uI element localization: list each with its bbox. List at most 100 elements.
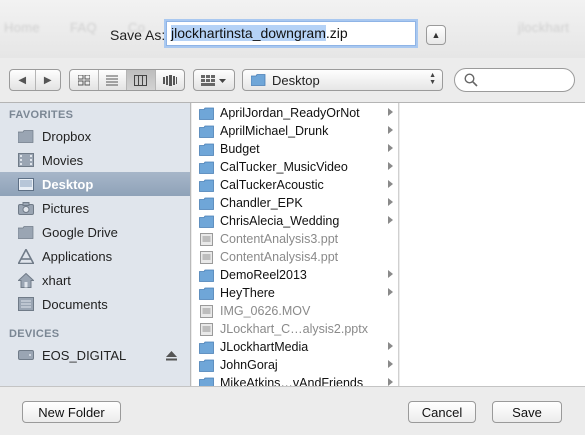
sidebar-item-documents[interactable]: Documents: [0, 292, 190, 316]
sidebar-item-google-drive[interactable]: Google Drive: [0, 220, 190, 244]
desktop-icon: [18, 176, 34, 192]
folder-icon: [199, 125, 214, 138]
coverflow-view-icon: [162, 74, 177, 86]
file-name: ContentAnalysis3.ppt: [220, 232, 339, 246]
file-row[interactable]: ContentAnalysis4.ppt: [192, 248, 398, 266]
file-name: CalTucker_MusicVideo: [220, 160, 348, 174]
folder-row[interactable]: ChrisAlecia_Wedding: [192, 212, 398, 230]
sidebar-item-eos-digital[interactable]: EOS_DIGITAL: [0, 343, 190, 367]
save-as-row: Save As: jlockhartinsta_downgram.zip ▲: [0, 20, 585, 48]
search-field[interactable]: [454, 68, 575, 92]
folder-icon: [199, 197, 214, 210]
filename-input[interactable]: jlockhartinsta_downgram.zip: [166, 21, 416, 46]
save-button[interactable]: Save: [492, 401, 562, 423]
sidebar-item-home[interactable]: xhart: [0, 268, 190, 292]
forward-button[interactable]: ▶: [36, 70, 61, 90]
sidebar-item-label: Dropbox: [42, 128, 92, 144]
filename-extension: .zip: [325, 25, 348, 41]
sidebar-item-label: Documents: [42, 296, 108, 312]
sidebar-item-pictures[interactable]: Pictures: [0, 196, 190, 220]
new-folder-button[interactable]: New Folder: [22, 401, 121, 423]
eject-icon[interactable]: [166, 349, 177, 364]
sidebar-item-label: EOS_DIGITAL: [42, 347, 127, 363]
document-icon: [200, 232, 213, 246]
folder-icon: [199, 215, 214, 228]
disclosure-arrow-icon: [388, 180, 393, 188]
icon-view-icon: [77, 74, 90, 85]
disclosure-arrow-icon: [388, 162, 393, 170]
disclosure-arrow-icon: [388, 270, 393, 278]
cancel-button[interactable]: Cancel: [408, 401, 476, 423]
chevron-left-icon: ◀: [18, 74, 27, 86]
list-view-icon: [106, 75, 119, 85]
sidebar-item-applications[interactable]: Applications: [0, 244, 190, 268]
sidebar-item-label: Applications: [42, 248, 113, 264]
file-name: IMG_0626.MOV: [220, 304, 311, 318]
folder-row[interactable]: MikeAtkins…vAndFriends: [192, 374, 398, 386]
chevron-up-icon: ▲: [431, 30, 441, 40]
document-icon: [200, 322, 213, 336]
sidebar-item-label: Pictures: [42, 200, 89, 216]
home-icon: [18, 272, 34, 288]
file-row[interactable]: IMG_0626.MOV: [192, 302, 398, 320]
folder-icon: [18, 128, 34, 144]
folder-row[interactable]: CalTuckerAcoustic: [192, 176, 398, 194]
file-name: JohnGoraj: [220, 358, 278, 372]
arrange-menu-button[interactable]: [193, 69, 235, 91]
sidebar-item-label: xhart: [42, 272, 71, 288]
location-label: Desktop: [272, 72, 320, 88]
column-view-icon: [134, 74, 148, 86]
file-name: AprilJordan_ReadyOrNot: [220, 106, 360, 120]
file-name: ContentAnalysis4.ppt: [220, 250, 339, 264]
folder-icon: [199, 143, 214, 156]
file-name: JLockhart_C…alysis2.pptx: [220, 322, 368, 336]
folder-row[interactable]: CalTucker_MusicVideo: [192, 158, 398, 176]
folder-icon: [199, 377, 214, 386]
back-forward-control: ◀ ▶: [9, 69, 61, 91]
disclosure-arrow-icon: [388, 360, 393, 368]
file-name: JLockhartMedia: [220, 340, 309, 354]
file-row[interactable]: ContentAnalysis3.ppt: [192, 230, 398, 248]
disclosure-arrow-icon: [388, 144, 393, 152]
list-view-button[interactable]: [99, 70, 127, 90]
coverflow-view-button[interactable]: [156, 70, 184, 90]
folder-icon: [199, 341, 214, 354]
folder-row[interactable]: JLockhartMedia: [192, 338, 398, 356]
file-name: Chandler_EPK: [220, 196, 303, 210]
sidebar-item-movies[interactable]: Movies: [0, 148, 190, 172]
back-button[interactable]: ◀: [10, 70, 36, 90]
sidebar-item-dropbox[interactable]: Dropbox: [0, 124, 190, 148]
document-icon: [200, 250, 213, 264]
expand-dialog-button[interactable]: ▲: [426, 25, 446, 45]
folder-row[interactable]: AprilMichael_Drunk: [192, 122, 398, 140]
file-name: DemoReel2013: [220, 268, 307, 282]
file-column: AprilJordan_ReadyOrNot AprilMichael_Drunk…: [192, 103, 399, 386]
folder-row[interactable]: Budget: [192, 140, 398, 158]
arrange-icon: [201, 74, 226, 86]
location-popup[interactable]: Desktop ▲ ▼: [242, 69, 443, 91]
folder-row[interactable]: HeyThere: [192, 284, 398, 302]
file-name: MikeAtkins…vAndFriends: [220, 376, 364, 386]
file-row[interactable]: JLockhart_C…alysis2.pptx: [192, 320, 398, 338]
view-mode-control: [69, 69, 185, 91]
applications-icon: [18, 248, 34, 264]
sidebar-item-desktop[interactable]: Desktop: [0, 172, 190, 196]
folder-icon: [199, 287, 214, 300]
folder-row[interactable]: Chandler_EPK: [192, 194, 398, 212]
disclosure-arrow-icon: [388, 198, 393, 206]
folder-icon: [199, 359, 214, 372]
column-view-button[interactable]: [127, 70, 156, 90]
folder-row[interactable]: DemoReel2013: [192, 266, 398, 284]
folder-row[interactable]: AprilJordan_ReadyOrNot: [192, 104, 398, 122]
dialog-button-bar: New Folder Cancel Save: [0, 386, 585, 435]
folder-row[interactable]: JohnGoraj: [192, 356, 398, 374]
file-name: Budget: [220, 142, 260, 156]
document-icon: [200, 304, 213, 318]
disclosure-arrow-icon: [388, 378, 393, 386]
documents-icon: [18, 296, 34, 312]
disclosure-arrow-icon: [388, 288, 393, 296]
icon-view-button[interactable]: [70, 70, 99, 90]
folder-icon: [199, 179, 214, 192]
disclosure-arrow-icon: [388, 126, 393, 134]
folder-icon: [251, 74, 266, 86]
